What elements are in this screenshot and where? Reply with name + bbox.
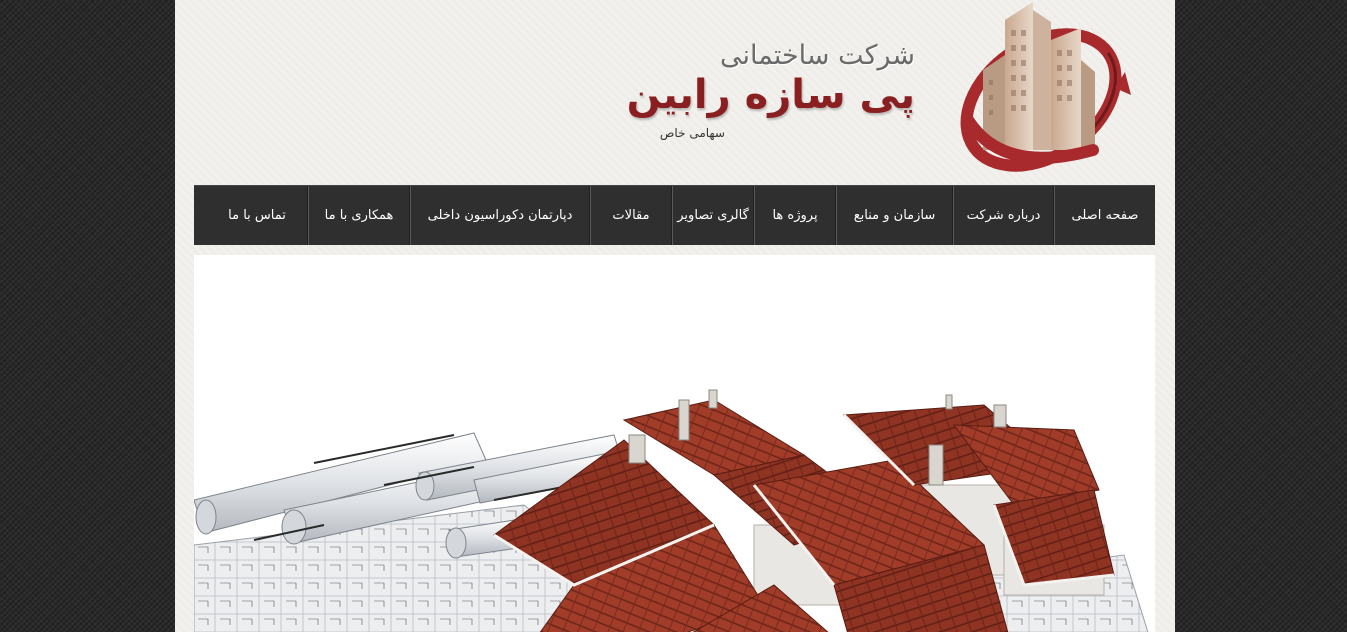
company-name[interactable]: پی سازه رابین xyxy=(627,72,915,118)
hero-image xyxy=(194,255,1155,632)
page-container: شرکت ساختمانی پی سازه رابین سهامی خاص صف… xyxy=(175,0,1175,632)
nav-item-articles[interactable]: مقالات xyxy=(590,186,672,245)
nav-item-gallery[interactable]: گالری تصاویر xyxy=(672,186,754,245)
nav-item-contact[interactable]: تماس با ما xyxy=(207,186,308,245)
nav-item-organization[interactable]: سازمان و منابع xyxy=(836,186,953,245)
nav-item-cooperation[interactable]: همکاری با ما xyxy=(308,186,410,245)
company-type: شرکت ساختمانی xyxy=(719,40,915,71)
company-suffix: سهامی خاص xyxy=(659,126,725,140)
nav-item-about[interactable]: درباره شرکت xyxy=(953,186,1054,245)
nav-item-home[interactable]: صفحه اصلی xyxy=(1054,186,1155,245)
nav-item-projects[interactable]: پروژه ها xyxy=(754,186,836,245)
nav-item-interior-design[interactable]: دپارتمان دکوراسیون داخلی xyxy=(410,186,590,245)
company-logo-icon[interactable] xyxy=(943,0,1139,180)
main-nav: صفحه اصلی درباره شرکت سازمان و منابع پرو… xyxy=(194,185,1155,245)
